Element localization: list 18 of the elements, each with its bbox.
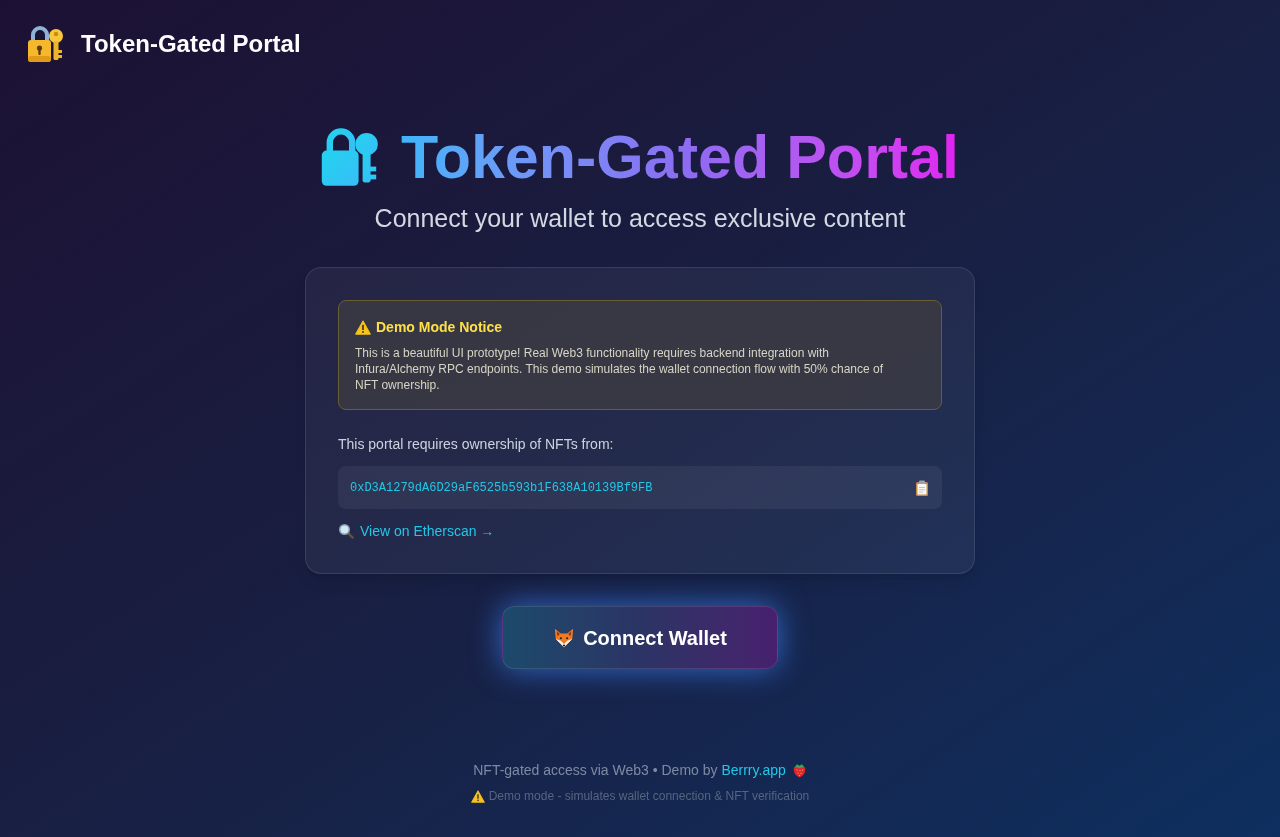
warning-icon [470,789,485,803]
clipboard-icon[interactable] [914,479,930,496]
notice-title: Demo Mode Notice [376,318,502,337]
berrry-link[interactable]: Berrry.app [721,762,786,778]
subtitle: Connect your wallet to access exclusive content [374,203,906,234]
connect-wallet-button[interactable]: Connect Wallet [502,606,778,669]
fox-icon [553,626,576,649]
contract-address: 0xD3A1279dA6D29aF6525b593b1F638A10139Bf9FB [350,479,653,496]
lock-key-icon [25,24,65,64]
app-title: Token-Gated Portal [81,29,301,59]
footer-text: NFT-gated access via Web3 • Demo by Berrry.app [473,761,786,780]
search-icon [338,523,354,539]
notice-text: This is a beautiful UI prototype! Real Web3 functionality requires backend integration with Infura/Alchemy RPC endpoints. This demo simulates the wallet connection flow with 50% chance of NFT ownership. [355,345,885,393]
etherscan-link[interactable]: View on Etherscan → [360,521,495,541]
requirement-label: This portal requires ownership of NFTs from: [338,435,615,454]
footer-note: Demo mode - simulates wallet connection & NFT verification [488,788,810,804]
warning-icon [355,319,371,335]
strawberry-icon [791,762,807,778]
